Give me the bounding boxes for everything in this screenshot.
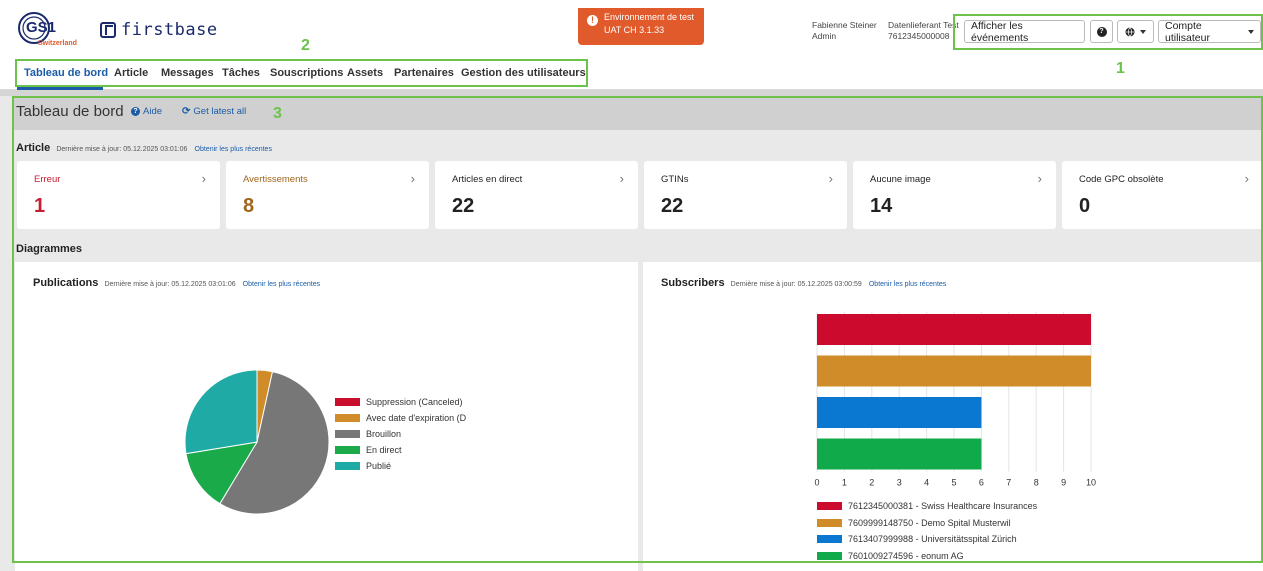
annotation-label-1: 1: [1116, 60, 1125, 77]
firstbase-icon: [100, 22, 116, 38]
company-info: Datenlieferant Test 7612345000008: [888, 20, 959, 42]
gs1-logo-text: GS1: [26, 19, 57, 36]
user-role: Admin: [812, 31, 837, 41]
annotation-label-2: 2: [301, 37, 310, 54]
gs1-logo[interactable]: GS1 Switzerland: [16, 10, 88, 48]
environment-badge: ! Environnement de test UAT CH 3.1.33: [578, 8, 704, 45]
annotation-label-3: 3: [273, 105, 282, 122]
firstbase-text: firstbase: [121, 20, 218, 40]
gs1-country: Switzerland: [38, 40, 77, 47]
env-line-2: UAT CH 3.1.33: [604, 25, 665, 35]
company-gln: 7612345000008: [888, 31, 950, 41]
annotation-box-2: [15, 59, 588, 87]
annotation-box-3: [12, 96, 1263, 563]
firstbase-logo[interactable]: firstbase: [100, 20, 218, 40]
user-info: Fabienne Steiner Admin: [812, 20, 877, 42]
env-line-1: Environnement de test: [604, 12, 695, 22]
company-name: Datenlieferant Test: [888, 20, 959, 30]
exclamation-icon: !: [587, 15, 598, 26]
annotation-box-1: [953, 14, 1263, 50]
user-name: Fabienne Steiner: [812, 20, 877, 30]
